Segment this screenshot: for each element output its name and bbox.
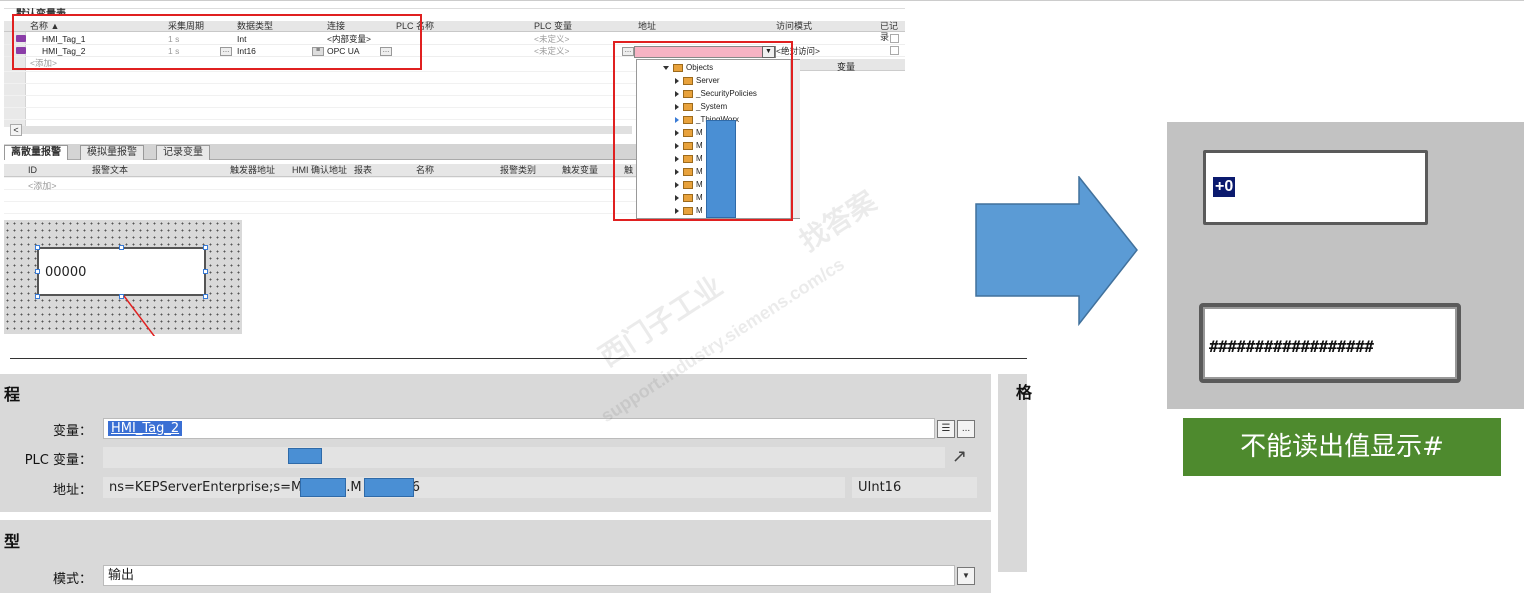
io-field-value: 00000 (45, 265, 87, 280)
mode-select[interactable]: 输出 (103, 565, 955, 586)
tag-plc-tag: <未定义> (534, 46, 570, 56)
tag-browse-button[interactable]: ... (957, 420, 975, 438)
side-panel (998, 374, 1027, 572)
tag-list-button[interactable]: ☰ (937, 420, 955, 438)
col-alarm-text[interactable]: 报警文本 (92, 164, 128, 177)
col-access-mode[interactable]: 访问模式 (776, 21, 812, 32)
tag-label: 变量： (52, 424, 92, 439)
divider (10, 358, 1027, 359)
top-border (0, 0, 1524, 1)
tag-value: HMI_Tag_2 (108, 421, 183, 436)
big-right-arrow-icon (975, 176, 1138, 326)
tag-input[interactable]: HMI_Tag_2 (103, 418, 935, 439)
side-panel-title: 格 (1016, 383, 1033, 402)
col-trigger-tag[interactable]: 触发变量 (562, 164, 598, 177)
address-mid: .M (346, 480, 362, 495)
alarm-table-header: ID 报警文本 触发器地址 HMI 确认地址 报表 名称 报警类别 触发变量 触 (4, 164, 637, 177)
io-field[interactable]: 00000 (37, 247, 206, 296)
address-label: 地址： (52, 483, 92, 498)
col-address[interactable]: 地址 (638, 21, 656, 32)
tag-plc-tag: <未定义> (534, 34, 570, 44)
address-field: ns=KEPServerEnterprise;s=M.M.6 (103, 477, 845, 498)
tab-discrete-alarms[interactable]: 离散量报警 (4, 145, 68, 160)
scroll-left-button[interactable]: < (10, 124, 22, 136)
resize-handle[interactable] (35, 294, 40, 299)
runtime-value-2: ################## (1209, 337, 1374, 356)
address-datatype: UInt16 (852, 477, 977, 498)
mode-dropdown-button[interactable]: ▼ (957, 567, 975, 585)
redaction-block (288, 448, 322, 464)
resize-handle[interactable] (203, 269, 208, 274)
logged-checkbox[interactable] (890, 34, 899, 43)
col-hmi-ack-address[interactable]: HMI 确认地址 (292, 164, 347, 177)
tab-analog-alarms[interactable]: 模拟量报警 (80, 145, 144, 160)
resize-handle[interactable] (35, 269, 40, 274)
result-caption: 不能读出值显示# (1183, 418, 1501, 476)
dropdown-highlight (613, 41, 793, 221)
mode-value: 输出 (108, 568, 135, 583)
runtime-value-1: +0 (1213, 177, 1236, 197)
variable-header-label: 变量 (837, 62, 856, 72)
section-title-type: 型 (4, 532, 21, 551)
col-report[interactable]: 报表 (354, 164, 372, 177)
alarm-tab-bar: 离散量报警 模拟量报警 记录变量 (4, 144, 637, 160)
go-to-tag-icon[interactable]: ↗ (952, 446, 967, 467)
runtime-io-field-1[interactable]: +0 (1203, 150, 1428, 225)
col-plc-tag[interactable]: PLC 变量 (534, 21, 572, 32)
resize-handle[interactable] (203, 245, 208, 250)
resize-handle[interactable] (119, 245, 124, 250)
logged-checkbox[interactable] (890, 46, 899, 55)
alarm-table-body: <添加> (4, 177, 637, 217)
tag-rows-highlight (12, 14, 422, 70)
plc-tag-label: PLC 变量： (24, 453, 92, 468)
tab-logging-tags[interactable]: 记录变量 (156, 145, 210, 160)
address-prefix: ns=KEPServerEnterprise;s=M (109, 480, 303, 495)
col-id[interactable]: ID (28, 164, 37, 177)
runtime-io-field-2[interactable]: ################## (1199, 303, 1461, 383)
section-title-process: 程 (4, 385, 21, 404)
variable-panel-header: 变量 (800, 59, 905, 72)
col-alarm-name[interactable]: 名称 (416, 164, 434, 177)
mode-label: 模式： (52, 572, 92, 587)
resize-handle[interactable] (35, 245, 40, 250)
col-trigger-address[interactable]: 触发器地址 (230, 164, 275, 177)
add-alarm-text[interactable]: <添加> (28, 179, 57, 192)
redaction-block (364, 478, 414, 497)
redaction-block (300, 478, 346, 497)
col-alarm-class[interactable]: 报警类别 (500, 164, 536, 177)
plc-tag-field (103, 447, 945, 468)
horizontal-scrollbar[interactable] (22, 126, 632, 134)
